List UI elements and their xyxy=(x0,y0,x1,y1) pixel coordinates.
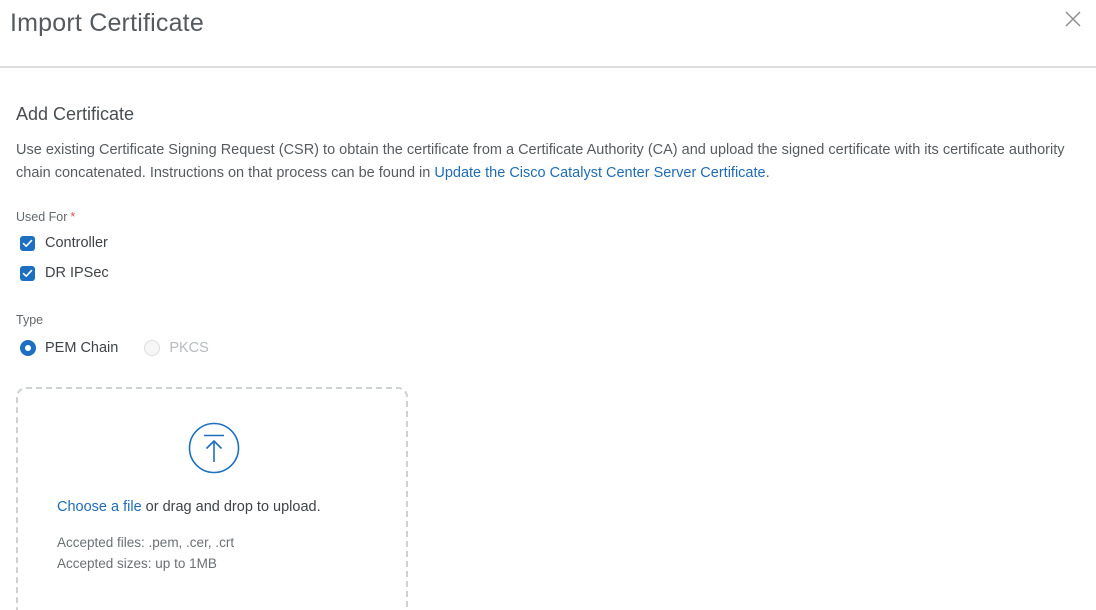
checkbox-dr-ipsec[interactable]: DR IPSec xyxy=(20,263,109,283)
radio-pem-chain[interactable]: PEM Chain xyxy=(20,340,118,356)
used-for-label: Used For * xyxy=(16,210,75,224)
upload-button[interactable] xyxy=(188,422,240,474)
type-label: Type xyxy=(16,313,44,327)
required-mark: * xyxy=(70,210,76,224)
close-button[interactable] xyxy=(1064,10,1082,28)
import-certificate-dialog: Import Certificate Add Certificate Use e… xyxy=(0,0,1096,610)
section-title: Add Certificate xyxy=(16,104,135,124)
close-icon xyxy=(1065,11,1081,27)
file-dropzone[interactable]: Choose a file or drag and drop to upload… xyxy=(16,387,408,610)
upload-instructions: Choose a file or drag and drop to upload… xyxy=(57,499,321,515)
used-for-label-text: Used For xyxy=(16,210,68,224)
radio-pkcs: PKCS xyxy=(144,340,209,356)
type-radio-group: PEM Chain PKCS xyxy=(20,338,235,358)
checkbox-controller-box[interactable] xyxy=(20,235,35,251)
accepted-files-text: Accepted files: .pem, .cer, .crt xyxy=(57,535,235,550)
choose-file-link[interactable]: Choose a file xyxy=(57,499,142,515)
checkmark-icon xyxy=(22,239,33,247)
radio-pem-chain-label: PEM Chain xyxy=(45,340,119,356)
checkbox-controller-label: Controller xyxy=(45,235,108,251)
dialog-header: Import Certificate xyxy=(0,0,1096,68)
accepted-sizes-text: Accepted sizes: up to 1MB xyxy=(57,556,217,571)
upload-arrow-icon xyxy=(188,422,240,474)
checkbox-controller[interactable]: Controller xyxy=(20,233,108,253)
update-certificate-link[interactable]: Update the Cisco Catalyst Center Server … xyxy=(434,165,765,181)
radio-pem-chain-button[interactable] xyxy=(20,340,36,356)
radio-pkcs-button xyxy=(144,340,161,356)
radio-pkcs-label: PKCS xyxy=(169,340,209,356)
drag-drop-text: or drag and drop to upload. xyxy=(141,499,321,515)
checkmark-icon xyxy=(22,269,33,277)
description-end: . xyxy=(765,165,770,181)
dialog-title: Import Certificate xyxy=(10,9,204,37)
checkbox-dr-ipsec-label: DR IPSec xyxy=(45,265,109,281)
section-description: Use existing Certificate Signing Request… xyxy=(16,139,1076,185)
checkbox-dr-ipsec-box[interactable] xyxy=(20,265,35,281)
